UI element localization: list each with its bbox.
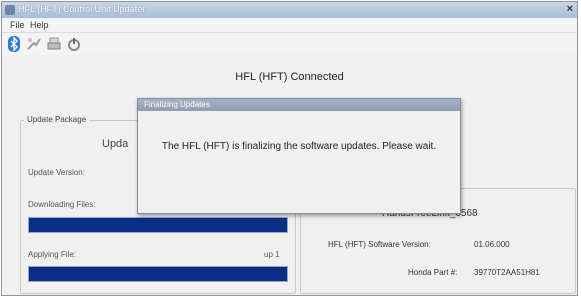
menu-bar: File Help	[2, 19, 577, 33]
update-package-legend: Update Package	[24, 115, 90, 124]
update-version-label: Update Version:	[28, 168, 85, 177]
part-number-label: Honda Part #:	[408, 268, 458, 277]
applying-file-label: Applying File:	[28, 250, 77, 259]
toolbar	[2, 33, 577, 55]
dialog-title-bar[interactable]: Finalizing Updates	[138, 99, 460, 111]
applying-file-count: up 1	[264, 250, 280, 259]
apply-progress-bar	[28, 266, 288, 282]
software-version-label: HFL (HFT) Software Version:	[328, 240, 431, 249]
main-window: HFL (HFT) Control Unit Updater × File He…	[1, 1, 578, 296]
finalizing-dialog: Finalizing Updates The HFL (HFT) is fina…	[137, 98, 461, 214]
printer-icon[interactable]	[46, 36, 62, 52]
menu-file[interactable]: File	[10, 20, 25, 30]
package-name: Upda	[102, 138, 129, 150]
bluetooth-icon[interactable]	[6, 36, 22, 52]
window-title: HFL (HFT) Control Unit Updater	[18, 4, 146, 14]
close-button[interactable]: ×	[567, 3, 573, 15]
dialog-title: Finalizing Updates	[144, 100, 210, 109]
menu-help[interactable]: Help	[30, 20, 49, 30]
downloading-files-label: Downloading Files:	[28, 200, 96, 209]
app-icon	[5, 5, 15, 15]
connection-status: HFL (HFT) Connected	[235, 71, 344, 83]
download-progress-bar	[28, 217, 288, 233]
dialog-message: The HFL (HFT) is finalizing the software…	[161, 141, 437, 152]
software-version-value: 01.06.000	[474, 240, 510, 249]
part-number-value: 39770T2AA51H81	[474, 268, 540, 277]
title-bar[interactable]: HFL (HFT) Control Unit Updater ×	[2, 2, 577, 18]
signal-icon[interactable]	[26, 36, 42, 52]
power-icon[interactable]	[66, 36, 82, 52]
